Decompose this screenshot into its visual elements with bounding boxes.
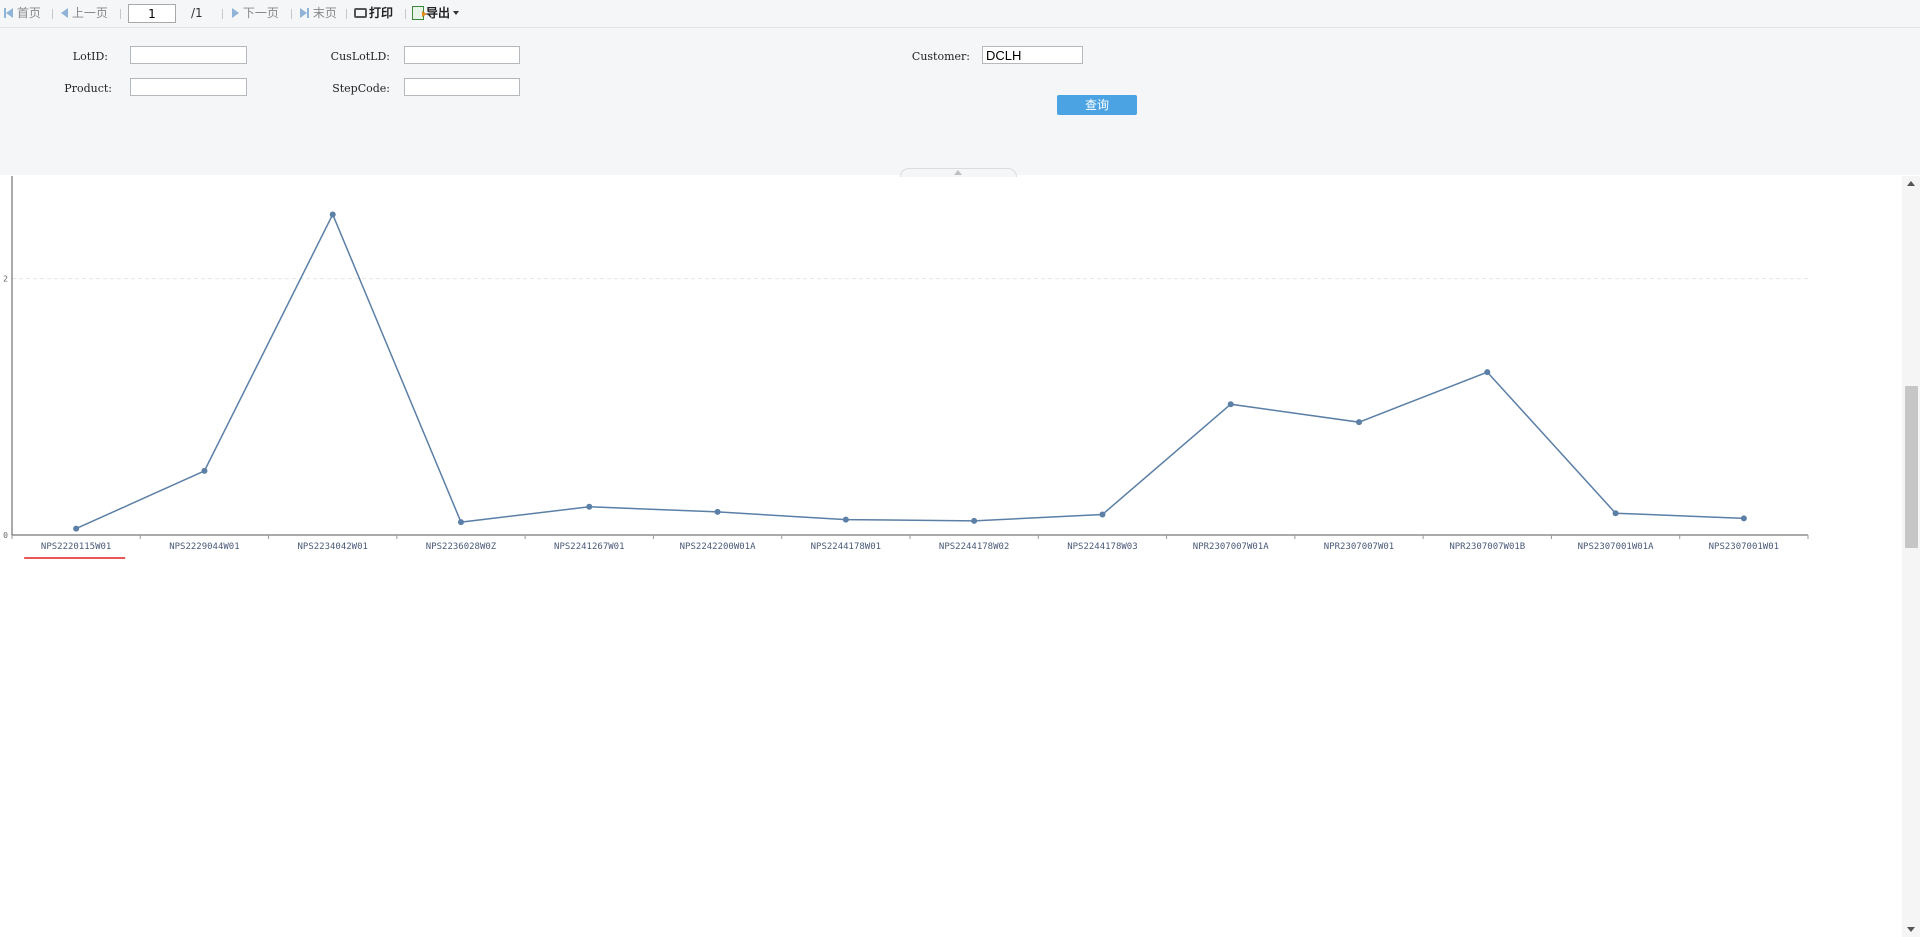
x-tick-label: NPS2229044W01 bbox=[169, 542, 239, 552]
data-point bbox=[329, 211, 336, 218]
x-tick-label: NPS2236028W0Z bbox=[426, 542, 497, 552]
data-point bbox=[971, 517, 978, 524]
data-point bbox=[586, 503, 593, 510]
data-point bbox=[1227, 401, 1234, 408]
x-tick-label: NPS2220115W01 bbox=[41, 542, 111, 552]
data-point bbox=[458, 519, 464, 526]
scroll-thumb[interactable] bbox=[1905, 386, 1918, 548]
report-toolbar: 首页 上一页 /1 下一页 末页 打印 导出 bbox=[0, 0, 1920, 28]
data-point bbox=[1099, 511, 1106, 518]
data-point bbox=[842, 516, 849, 523]
scroll-up-icon[interactable] bbox=[1907, 181, 1915, 186]
page-total: /1 bbox=[191, 6, 203, 20]
export-button[interactable]: 导出 bbox=[412, 0, 460, 27]
query-button[interactable]: 查询 bbox=[1057, 95, 1137, 115]
next-page-label: 下一页 bbox=[242, 6, 279, 20]
scroll-down-icon[interactable] bbox=[1907, 927, 1915, 932]
toolbar-divider bbox=[291, 9, 292, 19]
toolbar-divider bbox=[52, 9, 53, 19]
toolbar-divider bbox=[405, 9, 406, 19]
first-page-button[interactable]: 首页 bbox=[4, 0, 41, 27]
cuslotid-label: CusLotLD: bbox=[330, 50, 390, 63]
print-label: 打印 bbox=[369, 6, 394, 20]
x-tick-label: NPS2241267W01 bbox=[554, 542, 624, 552]
data-point bbox=[714, 508, 721, 515]
toolbar-divider bbox=[346, 9, 347, 19]
cuslotid-input[interactable] bbox=[404, 46, 520, 64]
next-page-button[interactable]: 下一页 bbox=[232, 0, 279, 27]
chevron-down-icon bbox=[453, 11, 460, 15]
page-number-input[interactable] bbox=[128, 4, 176, 23]
data-point bbox=[73, 525, 80, 532]
product-input[interactable] bbox=[130, 78, 247, 96]
next-page-icon bbox=[232, 8, 239, 18]
customer-label: Customer: bbox=[911, 50, 970, 63]
export-icon bbox=[412, 6, 427, 20]
prev-page-label: 上一页 bbox=[71, 6, 108, 20]
product-label: Product: bbox=[64, 82, 112, 95]
x-tick-label: NPR2307007W01A bbox=[1193, 542, 1269, 552]
vertical-scrollbar[interactable] bbox=[1902, 176, 1920, 937]
stepcode-input[interactable] bbox=[404, 78, 520, 96]
lotid-input[interactable] bbox=[130, 46, 247, 64]
y-tick-label: 2 bbox=[3, 275, 8, 284]
x-tick-label: NPS2244178W03 bbox=[1067, 542, 1137, 552]
customer-input[interactable] bbox=[982, 46, 1083, 64]
data-point bbox=[201, 467, 208, 474]
x-tick-label: NPS2244178W01 bbox=[811, 542, 881, 552]
data-point bbox=[1612, 510, 1619, 517]
x-tick-label: NPS2234042W01 bbox=[297, 542, 367, 552]
x-tick-label: NPR2307007W01 bbox=[1324, 542, 1394, 552]
stepcode-label: StepCode: bbox=[332, 82, 390, 95]
toolbar-divider bbox=[120, 9, 121, 19]
data-point bbox=[1356, 419, 1362, 426]
line-chart: 0 2 NPS2220115W01 NPS2229044W01 NPS2234042W0… bbox=[3, 176, 1809, 559]
print-button[interactable]: 打印 bbox=[354, 0, 393, 27]
printer-icon bbox=[354, 8, 367, 18]
prev-page-icon bbox=[61, 8, 68, 18]
data-point bbox=[1484, 369, 1491, 376]
x-tick-label: NPS2244178W02 bbox=[939, 542, 1009, 552]
last-page-icon bbox=[300, 8, 307, 18]
toolbar-divider bbox=[222, 9, 223, 19]
y-tick-label: 0 bbox=[3, 531, 8, 540]
x-tick-label: NPS2242200W01A bbox=[680, 542, 756, 552]
first-page-label: 首页 bbox=[16, 6, 41, 20]
prev-page-button[interactable]: 上一页 bbox=[61, 0, 108, 27]
x-tick-label: NPS2307001W01A bbox=[1578, 542, 1654, 552]
x-tick-label: NPS2307001W01 bbox=[1709, 542, 1779, 552]
series-line bbox=[75, 212, 1744, 530]
last-page-button[interactable]: 末页 bbox=[300, 0, 337, 27]
export-label: 导出 bbox=[426, 6, 451, 20]
parameter-panel: LotID: CusLotLD: Customer: Product: Step… bbox=[0, 28, 1920, 175]
x-tick-label: NPR2307007W01B bbox=[1449, 542, 1525, 552]
last-page-label: 末页 bbox=[312, 6, 337, 20]
lotid-label: LotID: bbox=[72, 50, 108, 63]
data-point bbox=[1740, 515, 1747, 522]
